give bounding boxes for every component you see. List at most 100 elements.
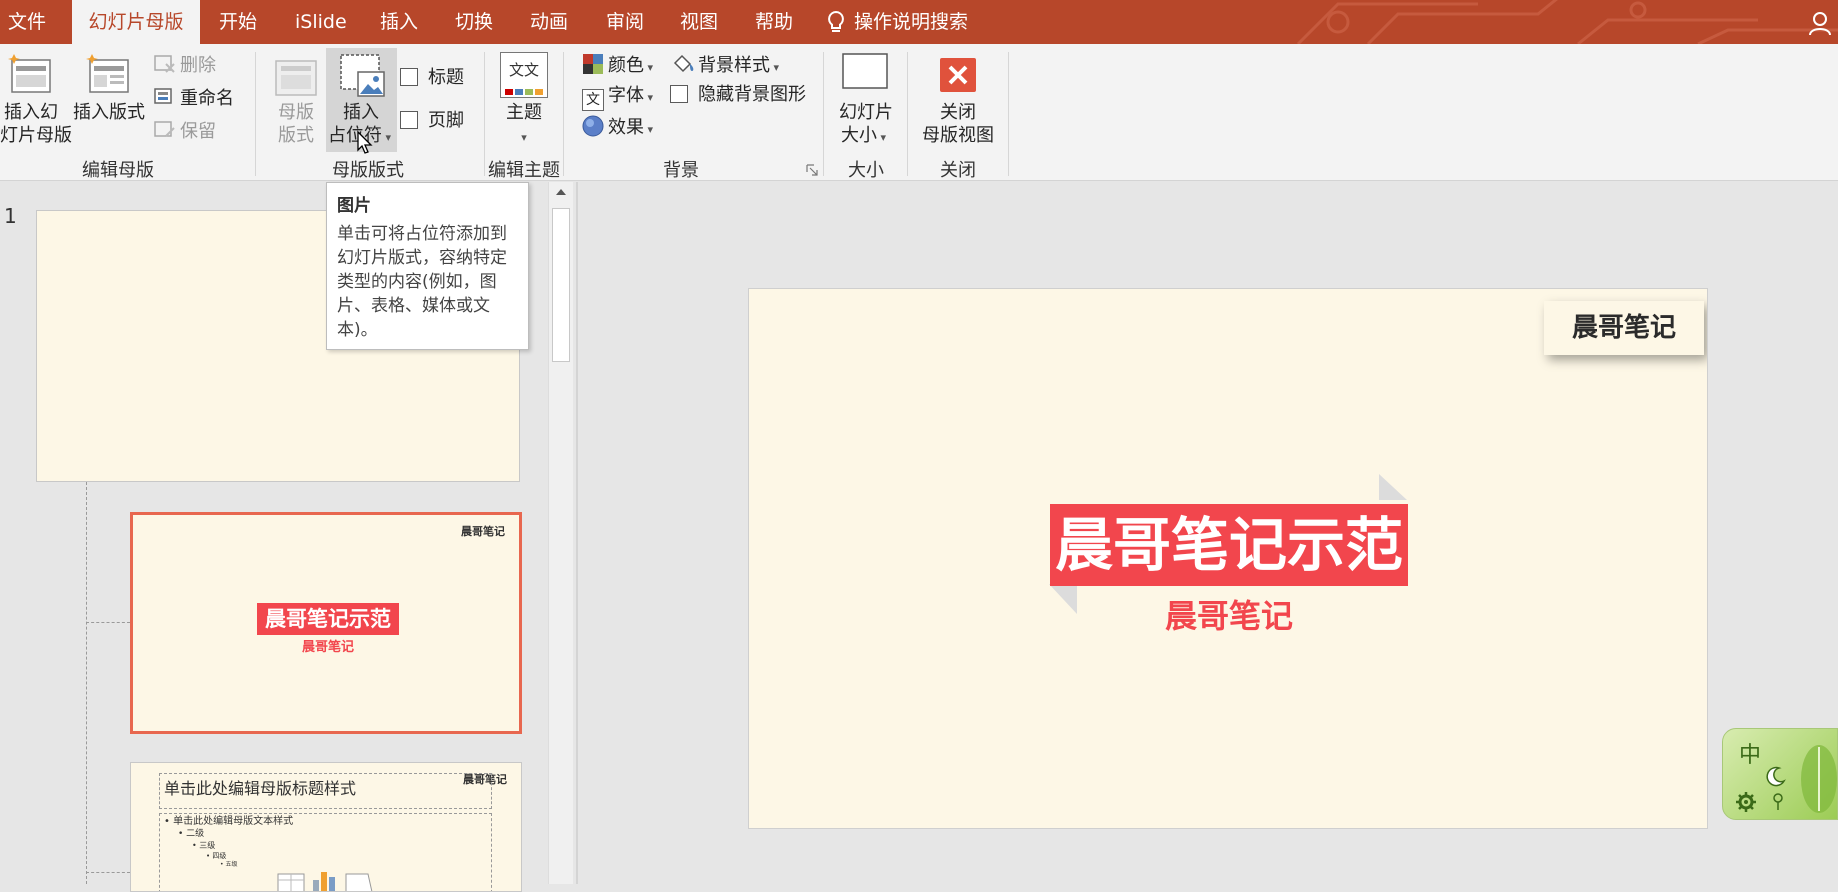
- account-icon[interactable]: [1808, 10, 1832, 36]
- scroll-thumb[interactable]: [552, 208, 570, 362]
- search-label: 操作说明搜索: [854, 11, 969, 33]
- chevron-down-icon: ▾: [877, 131, 887, 144]
- colors-button[interactable]: 颜色 ▾: [582, 53, 653, 79]
- group-label-master-layout: 母版版式: [332, 160, 404, 181]
- master-layout-label-1: 母版: [278, 102, 314, 123]
- group-label-edit-theme: 编辑主题: [488, 160, 560, 181]
- insert-slide-master-label-2[interactable]: 灯片母版: [0, 124, 72, 147]
- tab-animations[interactable]: 动画: [530, 0, 568, 44]
- tab-view[interactable]: 视图: [680, 0, 718, 44]
- content-placeholder-icons: [277, 872, 373, 891]
- hide-background-graphics-label: 隐藏背景图形: [698, 84, 806, 105]
- ribbon-tab-bar: 文件 幻灯片母版 开始 iSlide 插入 切换 动画 审阅 视图 帮助 操作说…: [0, 0, 1838, 44]
- close-icon: [948, 65, 968, 85]
- insert-slide-master-label-1[interactable]: 插入幻: [4, 101, 58, 124]
- tooltip-body: 单击可将占位符添加到幻灯片版式，容纳特定类型的内容(例如，图片、表格、媒体或文本…: [337, 224, 507, 340]
- ribbon: 插入幻 灯片母版 插入版式 删除 重命名 保留 编辑母版 母版 版式 插入 占位…: [0, 44, 1838, 181]
- slide-title-banner: 晨哥笔记示范: [1050, 504, 1408, 586]
- rename-button[interactable]: 重命名: [154, 87, 234, 110]
- group-separator: [907, 52, 908, 176]
- main-slide-canvas[interactable]: 晨哥笔记 晨哥笔记示范 晨哥笔记: [748, 288, 1708, 829]
- ime-mode-label[interactable]: 中: [1739, 737, 1761, 769]
- circuit-decoration: [1296, 0, 1838, 44]
- slide-size-label-1[interactable]: 幻灯片: [839, 101, 893, 124]
- delete-button: 删除: [154, 54, 216, 77]
- pin-icon[interactable]: [1771, 793, 1785, 811]
- slide-size-icon[interactable]: [841, 52, 889, 92]
- thumb-corner-label: 晨哥笔记: [461, 525, 505, 538]
- insert-layout-icon[interactable]: [86, 52, 132, 98]
- tab-help[interactable]: 帮助: [755, 0, 793, 44]
- group-label-background: 背景: [663, 160, 699, 181]
- tab-home[interactable]: 开始: [219, 0, 257, 44]
- tree-connector: [86, 872, 130, 873]
- lightbulb-icon: [828, 10, 844, 32]
- group-separator: [484, 52, 485, 176]
- tree-connector: [86, 482, 87, 884]
- group-label-size: 大小: [848, 160, 884, 181]
- footer-checkbox-label: 页脚: [428, 110, 464, 131]
- insert-placeholder-label-1[interactable]: 插入: [343, 101, 379, 124]
- dialog-launcher-icon[interactable]: [806, 164, 818, 176]
- chevron-down-icon: ▾: [644, 61, 654, 74]
- scroll-up-arrow-icon[interactable]: [555, 188, 567, 196]
- slide-size-label-2[interactable]: 大小 ▾: [841, 124, 886, 149]
- group-label-edit-master: 编辑母版: [82, 160, 154, 181]
- insert-placeholder-tooltip: 图片 单击可将占位符添加到幻灯片版式，容纳特定类型的内容(例如，图片、表格、媒体…: [326, 182, 529, 350]
- title-checkbox[interactable]: [400, 68, 418, 86]
- leaf-decoration: [1801, 745, 1837, 813]
- layout-thumbnail-selected[interactable]: 晨哥笔记 晨哥笔记示范 晨哥笔记: [130, 512, 522, 734]
- delete-icon: [154, 55, 175, 73]
- tab-slide-master[interactable]: 幻灯片母版: [72, 0, 200, 44]
- pane-divider[interactable]: [576, 182, 578, 884]
- slide-subtitle: 晨哥笔记: [1164, 597, 1293, 635]
- master-layout-icon: [275, 60, 317, 96]
- close-master-view-label-2[interactable]: 母版视图: [922, 124, 994, 147]
- colors-icon: [583, 54, 603, 74]
- chevron-down-icon: ▾: [644, 123, 654, 136]
- hide-background-graphics-checkbox[interactable]: [670, 85, 688, 103]
- tab-insert[interactable]: 插入: [380, 0, 418, 44]
- thumb-title-placeholder: 单击此处编辑母版标题样式: [159, 773, 492, 809]
- group-label-close: 关闭: [940, 160, 976, 181]
- footer-checkbox[interactable]: [400, 111, 418, 129]
- rename-icon: [154, 88, 172, 104]
- tab-transitions[interactable]: 切换: [455, 0, 493, 44]
- master-layout-label-2: 版式: [278, 125, 314, 146]
- chevron-down-icon: ▾: [382, 131, 392, 144]
- insert-placeholder-icon[interactable]: [338, 52, 386, 98]
- mouse-cursor-icon: [357, 130, 373, 154]
- corner-label-box: 晨哥笔记: [1544, 301, 1704, 355]
- layout-thumbnail[interactable]: 晨哥笔记 单击此处编辑母版标题样式 • 单击此处编辑母版文本样式 • 二级 • …: [130, 762, 522, 892]
- thumb-subtitle: 晨哥笔记: [301, 640, 354, 655]
- thumbnail-scrollbar[interactable]: [548, 182, 573, 884]
- insert-layout-label[interactable]: 插入版式: [73, 101, 145, 124]
- ime-toolbar[interactable]: 中: [1722, 728, 1838, 820]
- tell-me-search[interactable]: 操作说明搜索: [826, 0, 968, 44]
- preserve-icon: [154, 121, 175, 137]
- thumb-title-banner: 晨哥笔记示范: [257, 603, 399, 635]
- effects-icon: [582, 115, 604, 137]
- tab-file[interactable]: 文件: [0, 0, 54, 44]
- tree-connector: [86, 622, 130, 623]
- theme-label[interactable]: 主题: [506, 101, 542, 124]
- group-separator: [1008, 52, 1009, 176]
- gear-icon[interactable]: [1735, 791, 1757, 813]
- theme-icon[interactable]: 文文: [500, 52, 548, 98]
- tab-islide[interactable]: iSlide: [295, 0, 347, 44]
- background-styles-button[interactable]: 背景样式 ▾: [672, 53, 779, 79]
- chevron-down-icon: ▾: [770, 61, 780, 74]
- paint-bucket-icon: [673, 54, 694, 73]
- group-separator: [255, 52, 256, 176]
- insert-slide-master-icon[interactable]: [8, 52, 54, 98]
- slide-number: 1: [4, 204, 17, 228]
- tab-review[interactable]: 审阅: [606, 0, 644, 44]
- close-master-view-icon[interactable]: [940, 58, 976, 92]
- close-master-view-label-1[interactable]: 关闭: [940, 101, 976, 124]
- group-separator: [563, 52, 564, 176]
- chevron-down-icon: ▾: [644, 91, 654, 104]
- fonts-button[interactable]: 文字体 ▾: [582, 84, 653, 111]
- effects-button[interactable]: 效果 ▾: [582, 115, 653, 141]
- preserve-button: 保留: [154, 120, 216, 143]
- moon-icon[interactable]: [1763, 765, 1787, 789]
